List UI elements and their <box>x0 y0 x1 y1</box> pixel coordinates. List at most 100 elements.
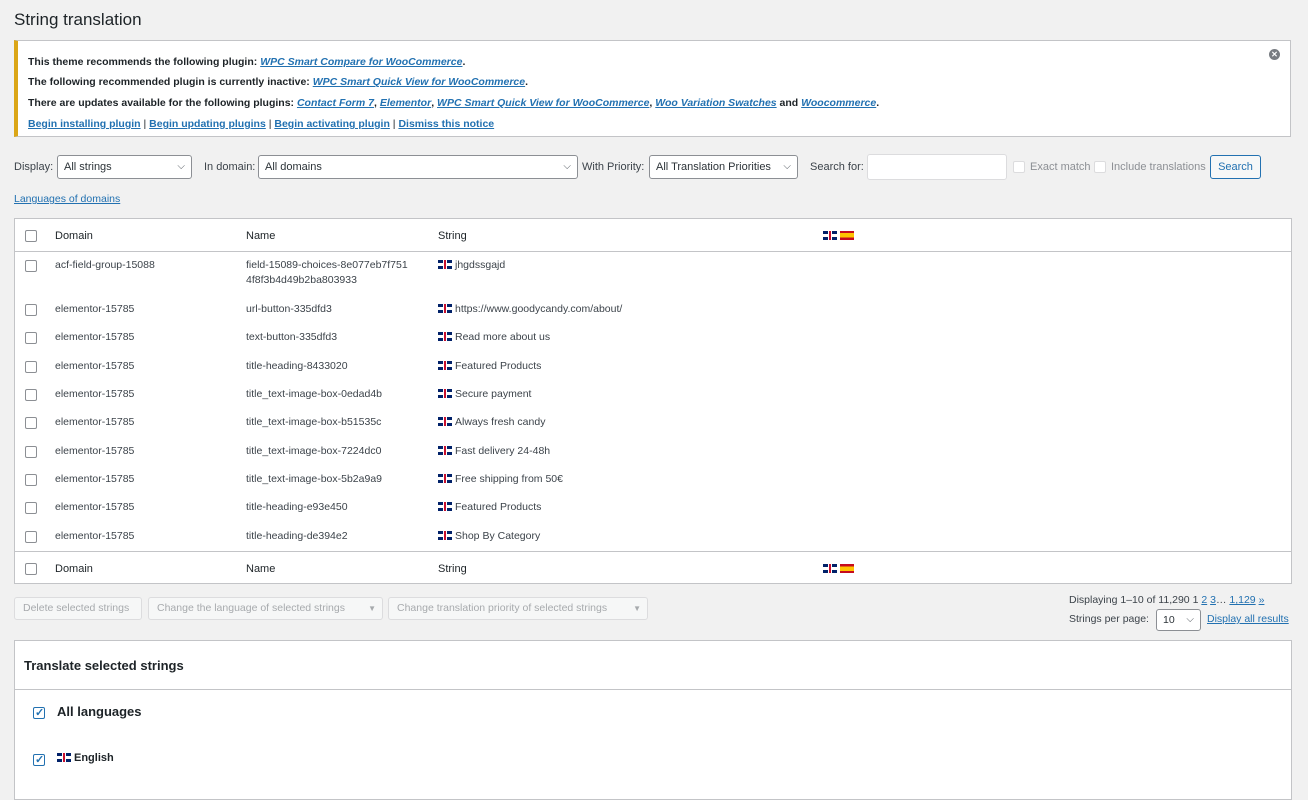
notice-link-elementor[interactable]: Elementor <box>380 97 431 109</box>
uk-flag-icon <box>438 417 452 426</box>
dismiss-notice-link[interactable]: Dismiss this notice <box>398 118 494 130</box>
delete-selected-button[interactable]: Delete selected strings <box>14 597 142 620</box>
uk-flag-icon <box>438 389 452 398</box>
row-domain: elementor-15785 <box>55 303 135 315</box>
begin-updating-link[interactable]: Begin updating plugins <box>149 118 266 130</box>
english-checkbox[interactable] <box>33 753 45 766</box>
next-page-link[interactable]: » <box>1259 594 1265 606</box>
row-string[interactable]: Read more about us <box>438 331 550 343</box>
column-footer-string[interactable]: String <box>438 563 467 575</box>
row-checkbox[interactable] <box>25 332 37 344</box>
row-checkbox[interactable] <box>25 260 37 272</box>
translate-selected-panel: Translate selected strings All languages… <box>14 640 1292 800</box>
display-all-results-link[interactable]: Display all results <box>1207 613 1289 625</box>
chevron-down-icon: ⌵ <box>783 161 791 172</box>
row-domain: elementor-15785 <box>55 360 135 372</box>
current-page: 1 <box>1192 594 1199 606</box>
notice-line-2: The following recommended plugin is curr… <box>28 76 529 88</box>
row-checkbox[interactable] <box>25 304 37 316</box>
row-name-continued: 4f8f3b4d49b2ba803933 <box>246 274 357 286</box>
page-2-link[interactable]: 2 <box>1201 594 1207 606</box>
row-checkbox[interactable] <box>25 502 37 514</box>
row-string[interactable]: Fast delivery 24-48h <box>438 445 550 457</box>
notice-link-quick-view-2[interactable]: WPC Smart Quick View for WooCommerce <box>437 97 649 109</box>
row-name: title-heading-de394e2 <box>246 530 348 542</box>
languages-of-domains-link[interactable]: Languages of domains <box>14 193 120 205</box>
search-button[interactable]: Search <box>1210 155 1261 179</box>
chevron-down-icon: ⌵ <box>1186 614 1194 625</box>
close-icon[interactable]: ✕ <box>1269 49 1280 60</box>
uk-flag-icon <box>57 753 71 762</box>
select-all-checkbox-footer[interactable] <box>25 563 37 575</box>
row-checkbox[interactable] <box>25 417 37 429</box>
change-priority-select[interactable]: Change translation priority of selected … <box>388 597 648 620</box>
uk-flag-icon <box>438 474 452 483</box>
row-string[interactable]: Shop By Category <box>438 530 540 542</box>
displaying-count: Displaying 1–10 of 11,290 <box>1069 594 1190 606</box>
begin-installing-link[interactable]: Begin installing plugin <box>28 118 141 130</box>
english-language-label: English <box>57 752 114 764</box>
caret-down-icon: ▼ <box>633 604 641 613</box>
row-name: title_text-image-box-0edad4b <box>246 388 382 400</box>
row-domain: elementor-15785 <box>55 473 135 485</box>
all-languages-checkbox[interactable] <box>33 706 45 719</box>
row-string[interactable]: Secure payment <box>438 388 531 400</box>
exact-match-label: Exact match <box>1030 161 1091 173</box>
row-checkbox[interactable] <box>25 446 37 458</box>
include-translations-label: Include translations <box>1111 161 1206 173</box>
row-domain: elementor-15785 <box>55 331 135 343</box>
include-translations-checkbox[interactable] <box>1094 161 1106 173</box>
uk-flag-icon <box>438 304 452 313</box>
notice-link-smart-compare[interactable]: WPC Smart Compare for WooCommerce <box>260 56 462 68</box>
last-page-link[interactable]: 1,129 <box>1229 594 1255 606</box>
row-checkbox[interactable] <box>25 474 37 486</box>
notice-link-swatches[interactable]: Woo Variation Swatches <box>655 97 776 109</box>
uk-flag-icon <box>438 446 452 455</box>
notice-line-3: There are updates available for the foll… <box>28 97 880 109</box>
notice-link-cf7[interactable]: Contact Form 7 <box>297 97 374 109</box>
search-input[interactable] <box>867 154 1007 180</box>
column-header-string[interactable]: String <box>438 230 467 242</box>
row-string[interactable]: Always fresh candy <box>438 416 545 428</box>
row-domain: elementor-15785 <box>55 445 135 457</box>
uk-flag-icon <box>438 361 452 370</box>
notice-link-quick-view[interactable]: WPC Smart Quick View for WooCommerce <box>313 76 525 88</box>
row-checkbox[interactable] <box>25 531 37 543</box>
pagination: Displaying 1–10 of 11,290 1 2 3… 1,129 » <box>1069 594 1265 606</box>
row-string[interactable]: https://www.goodycandy.com/about/ <box>438 303 622 315</box>
row-name: title-heading-8433020 <box>246 360 348 372</box>
translate-panel-title: Translate selected strings <box>24 658 184 673</box>
column-header-domain[interactable]: Domain <box>55 230 93 242</box>
row-string[interactable]: Featured Products <box>438 501 541 513</box>
row-string-text: Fast delivery 24-48h <box>455 445 551 457</box>
per-page-label: Strings per page: <box>1069 613 1149 625</box>
row-string-text: Free shipping from 50€ <box>455 473 563 485</box>
domain-select[interactable]: All domains ⌵ <box>258 155 578 179</box>
row-domain: acf-field-group-15088 <box>55 259 155 271</box>
display-select[interactable]: All strings ⌵ <box>57 155 192 179</box>
strings-table: Domain Name String acf-field-group-15088… <box>14 218 1292 584</box>
row-string[interactable]: Free shipping from 50€ <box>438 473 563 485</box>
column-footer-domain[interactable]: Domain <box>55 563 93 575</box>
row-checkbox[interactable] <box>25 361 37 373</box>
row-name: title_text-image-box-7224dc0 <box>246 445 382 457</box>
row-string-text: Featured Products <box>455 360 542 372</box>
priority-select[interactable]: All Translation Priorities ⌵ <box>649 155 798 179</box>
row-name: title-heading-e93e450 <box>246 501 348 513</box>
exact-match-checkbox[interactable] <box>1013 161 1025 173</box>
per-page-select[interactable]: 10 ⌵ <box>1156 609 1201 631</box>
row-string[interactable]: Featured Products <box>438 360 541 372</box>
column-footer-name[interactable]: Name <box>246 563 275 575</box>
row-domain: elementor-15785 <box>55 530 135 542</box>
uk-flag-icon <box>438 502 452 511</box>
row-string[interactable]: jhgdssgajd <box>438 259 505 271</box>
es-flag-icon <box>840 231 854 240</box>
select-all-checkbox[interactable] <box>25 230 37 242</box>
begin-activating-link[interactable]: Begin activating plugin <box>274 118 390 130</box>
column-header-name[interactable]: Name <box>246 230 275 242</box>
change-language-select[interactable]: Change the language of selected strings ▼ <box>148 597 383 620</box>
uk-flag-icon <box>438 332 452 341</box>
row-checkbox[interactable] <box>25 389 37 401</box>
notice-link-woocommerce[interactable]: Woocommerce <box>801 97 876 109</box>
es-flag-icon <box>840 564 854 573</box>
